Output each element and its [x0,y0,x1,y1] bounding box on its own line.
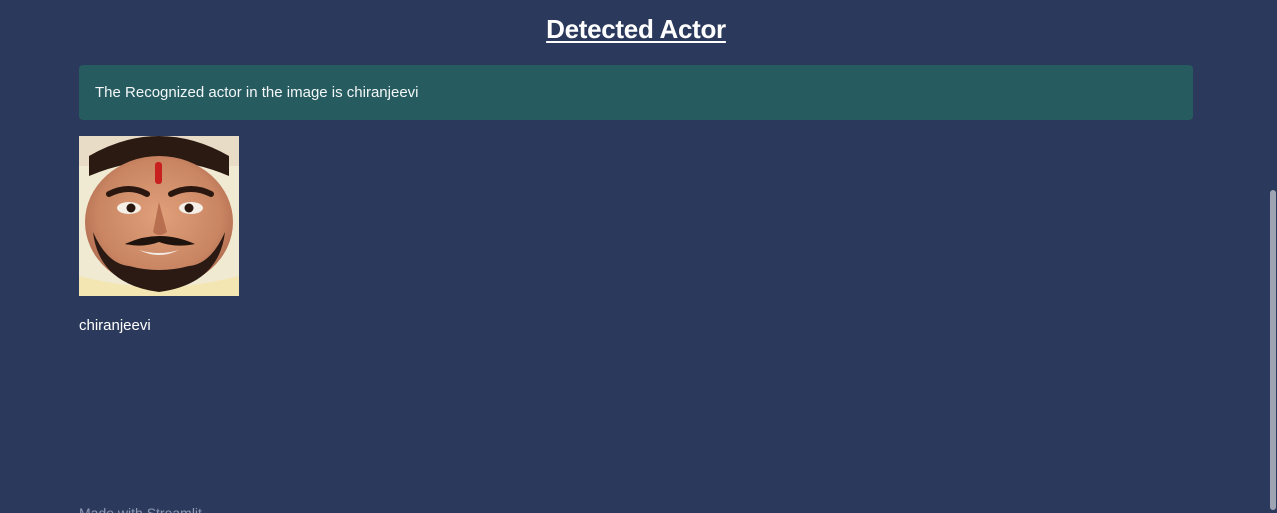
alert-text: The Recognized actor in the image is chi… [95,84,419,101]
footer-made-with-streamlit[interactable]: Made with Streamlit [79,505,202,513]
app-page: Detected Actor The Recognized actor in t… [0,0,1277,513]
image-caption: chiranjeevi [79,317,151,334]
page-title: Detected Actor [546,14,726,44]
recognition-result-alert: The Recognized actor in the image is chi… [79,65,1193,120]
scrollbar-track[interactable] [1269,0,1277,513]
actor-image [79,136,239,296]
scrollbar-thumb[interactable] [1270,190,1276,510]
